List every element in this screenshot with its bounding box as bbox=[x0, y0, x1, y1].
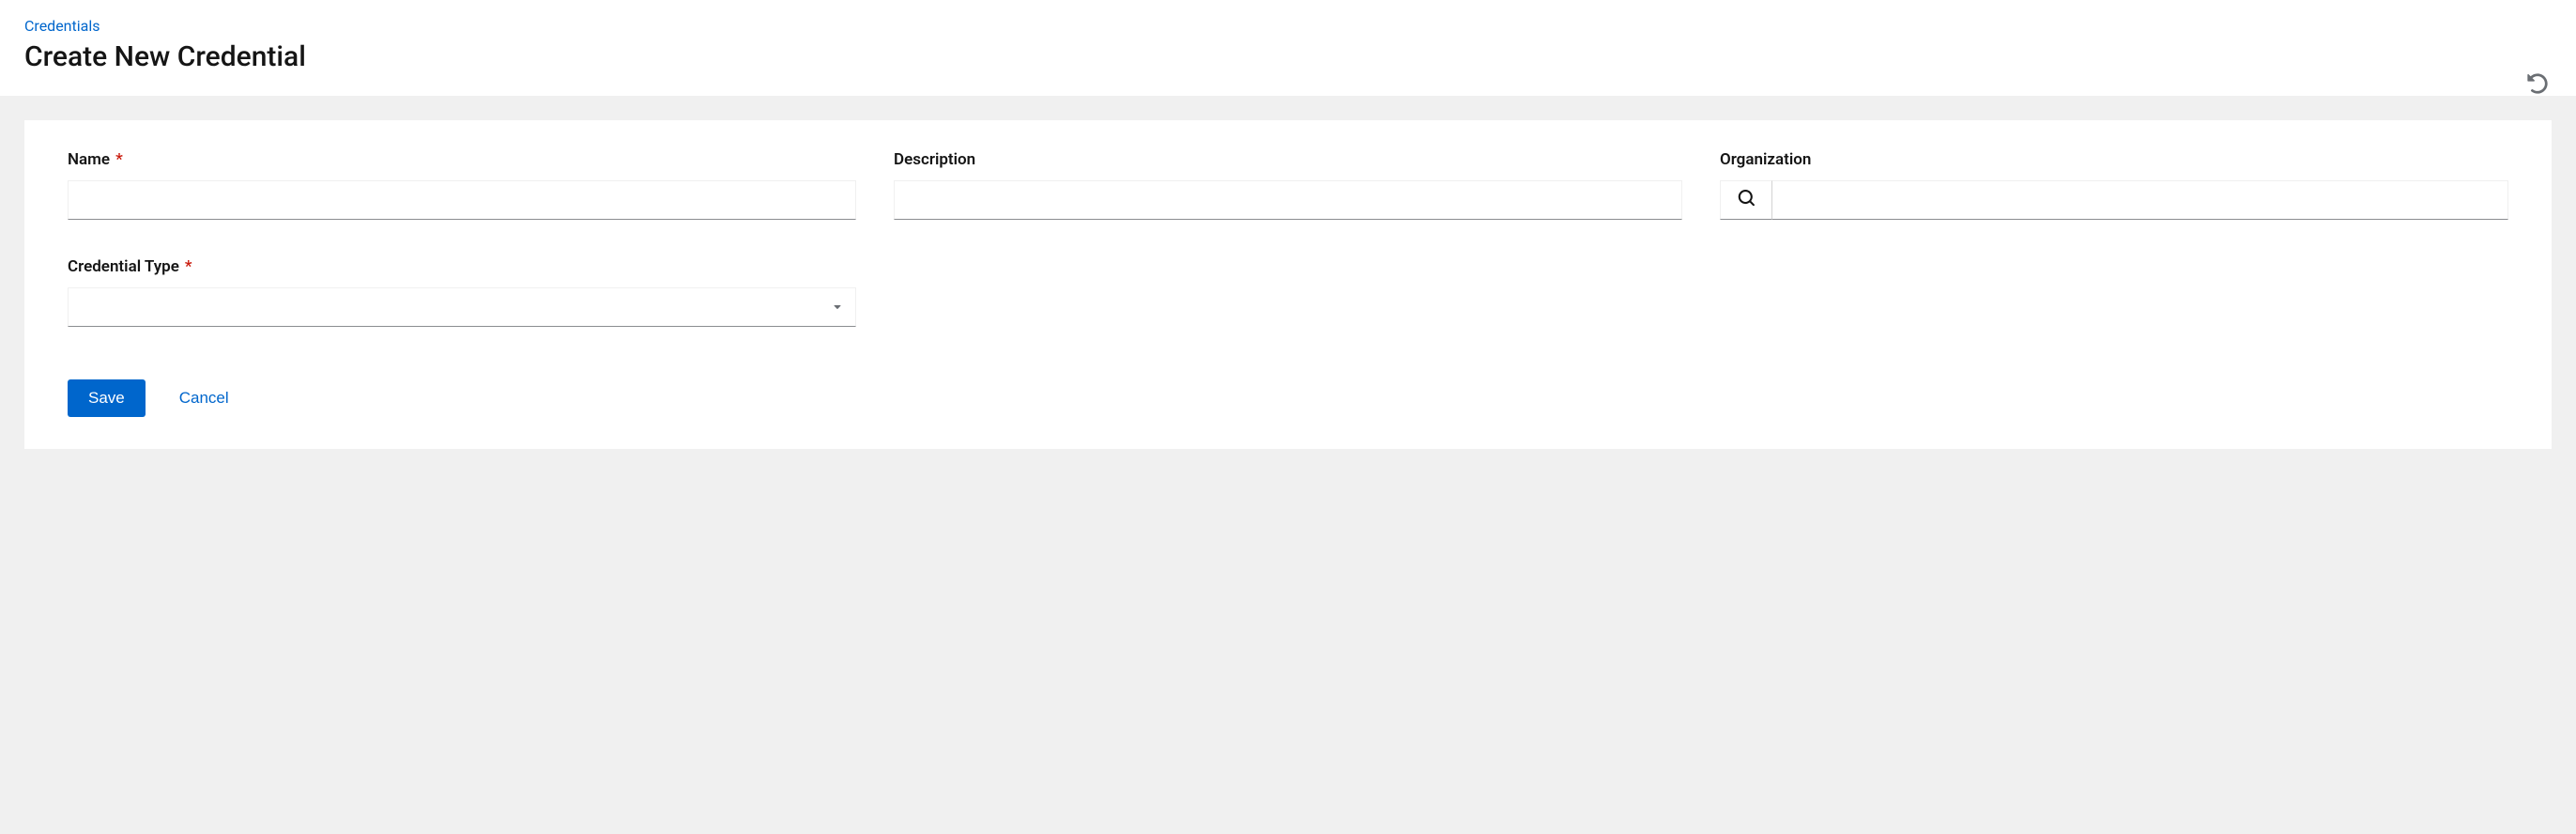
credential-type-label: Credential Type * bbox=[68, 257, 856, 276]
name-label: Name * bbox=[68, 150, 856, 169]
credential-type-select-wrapper bbox=[68, 287, 856, 327]
organization-input[interactable] bbox=[1772, 180, 2508, 220]
organization-label: Organization bbox=[1720, 150, 2508, 169]
name-input[interactable] bbox=[68, 180, 856, 220]
description-input[interactable] bbox=[894, 180, 1682, 220]
field-group-organization: Organization bbox=[1720, 150, 2508, 220]
organization-input-wrapper bbox=[1720, 180, 2508, 220]
required-asterisk: * bbox=[185, 257, 192, 276]
breadcrumb-parent[interactable]: Credentials bbox=[24, 17, 100, 35]
credential-type-select[interactable] bbox=[68, 287, 856, 327]
description-label: Description bbox=[894, 150, 1682, 169]
page-header: Credentials Create New Credential bbox=[0, 0, 2576, 96]
page-title: Create New Credential bbox=[24, 40, 2552, 73]
field-group-name: Name * bbox=[68, 150, 856, 220]
field-group-credential-type: Credential Type * bbox=[68, 257, 856, 327]
history-icon[interactable] bbox=[2527, 73, 2548, 98]
credential-type-label-text: Credential Type bbox=[68, 257, 179, 276]
form-card: Name * Description Organization bbox=[24, 120, 2552, 449]
cancel-button[interactable]: Cancel bbox=[172, 379, 237, 417]
required-asterisk: * bbox=[115, 150, 123, 169]
name-label-text: Name bbox=[68, 150, 110, 169]
form-actions: Save Cancel bbox=[68, 379, 2508, 417]
form-row-2: Credential Type * bbox=[68, 257, 2508, 327]
form-row-1: Name * Description Organization bbox=[68, 150, 2508, 220]
organization-search-button[interactable] bbox=[1720, 180, 1772, 220]
save-button[interactable]: Save bbox=[68, 379, 146, 417]
search-icon bbox=[1738, 190, 1755, 210]
field-group-description: Description bbox=[894, 150, 1682, 220]
